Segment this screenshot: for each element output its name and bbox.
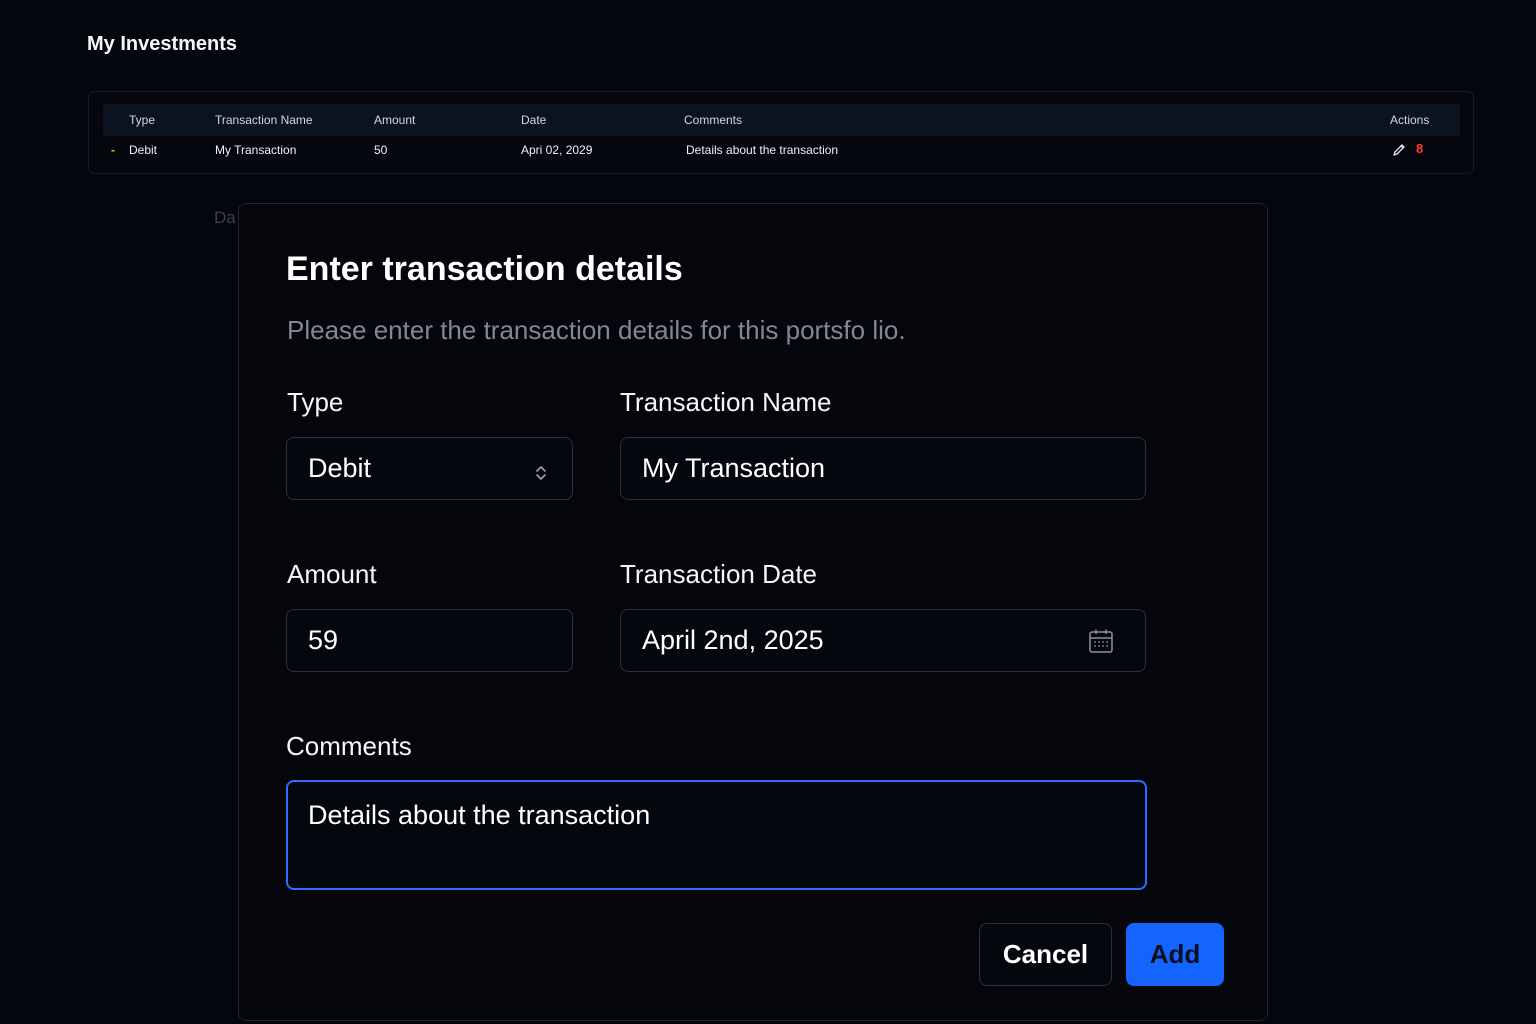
transaction-date-label: Transaction Date xyxy=(620,559,818,589)
column-header-actions: Actions xyxy=(1390,113,1430,127)
cell-date: Apri 02, 2029 xyxy=(521,143,593,157)
transactions-table: Type Transaction Name Amount Date Commen… xyxy=(88,91,1474,174)
column-header-comments: Comments xyxy=(684,113,743,127)
transaction-name-value: My Transaction xyxy=(642,453,826,483)
chevron-up-down-icon xyxy=(535,459,547,480)
table-header: Type Transaction Name Amount Date Commen… xyxy=(103,104,1460,136)
amount-value: 59 xyxy=(308,625,339,655)
column-header-amount: Amount xyxy=(374,113,416,127)
column-header-type: Type xyxy=(129,113,156,127)
transaction-name-input[interactable]: My Transaction xyxy=(620,437,1146,500)
cell-name: My Transaction xyxy=(215,143,297,157)
background-label: Da xyxy=(214,208,236,227)
comments-textarea[interactable]: Details about the transaction xyxy=(286,780,1147,890)
cell-amount: 50 xyxy=(374,143,388,157)
transaction-date-input[interactable]: April 2nd, 2025 xyxy=(620,609,1146,672)
dialog-title: Enter transaction details xyxy=(286,250,683,288)
column-header-date: Date xyxy=(521,113,547,127)
comments-label: Comments xyxy=(286,731,412,761)
page: My Investments Type Transaction Name Amo… xyxy=(0,0,1536,1024)
table-row[interactable]: - Debit My Transaction 50 Apri 02, 2029 … xyxy=(103,136,1460,166)
cell-comments: Details about the transaction xyxy=(686,143,839,157)
page-title: My Investments xyxy=(87,33,238,55)
transaction-date-value: April 2nd, 2025 xyxy=(642,625,824,655)
pencil-icon[interactable] xyxy=(1392,143,1406,157)
column-header-name: Transaction Name xyxy=(215,113,313,127)
debit-marker: - xyxy=(111,143,115,157)
transaction-dialog: Enter transaction details Please enter t… xyxy=(238,203,1268,1021)
type-select[interactable]: Debit xyxy=(286,437,573,500)
amount-input[interactable]: 59 xyxy=(286,609,573,672)
dialog-subtitle: Please enter the transaction details for… xyxy=(287,315,906,345)
amount-label: Amount xyxy=(287,559,377,589)
type-select-value: Debit xyxy=(308,453,372,483)
delete-icon[interactable]: 8 xyxy=(1416,141,1423,156)
transaction-name-label: Transaction Name xyxy=(620,387,832,417)
calendar-icon[interactable] xyxy=(1088,628,1114,654)
cancel-button[interactable]: Cancel xyxy=(979,923,1112,986)
cell-type: Debit xyxy=(129,143,158,157)
add-button[interactable]: Add xyxy=(1126,923,1224,986)
type-label: Type xyxy=(287,387,344,417)
